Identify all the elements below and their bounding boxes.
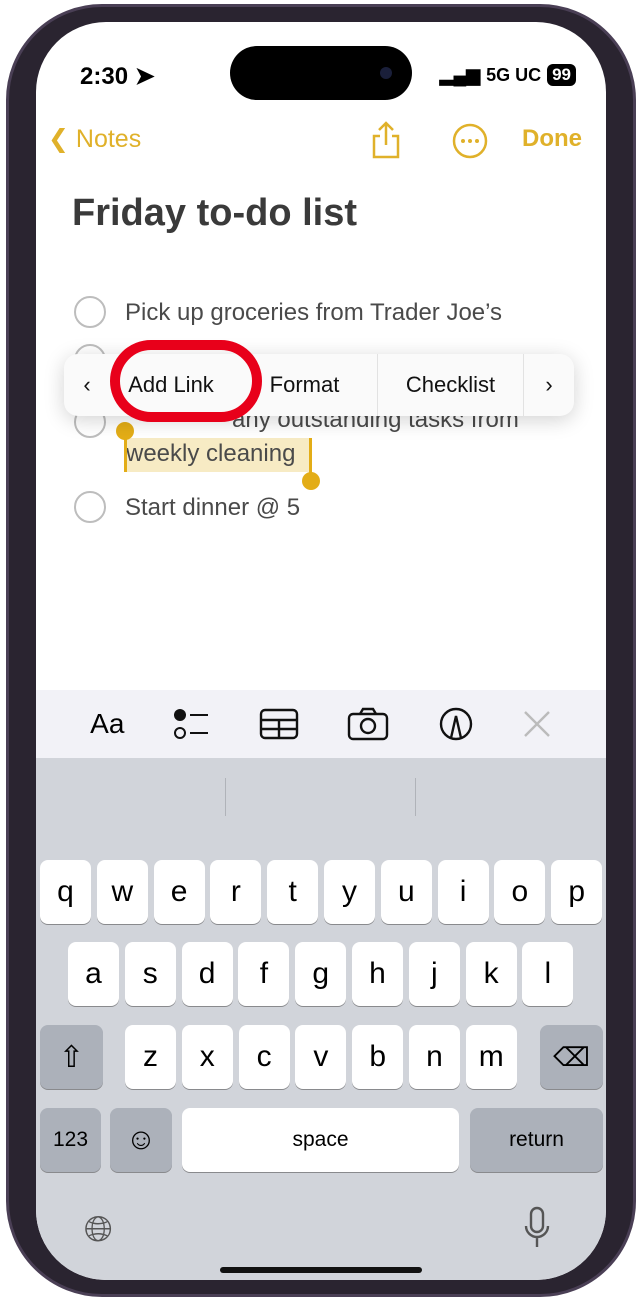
markup-icon[interactable] [438, 706, 474, 742]
keyboard: qwertyuiop asdfghjkl zxcvbnm ⇧ ⌫ 123 ☺ spa… [36, 758, 606, 1280]
selection-start-handle[interactable] [116, 422, 134, 440]
location-icon: ➤ [134, 63, 155, 90]
key-v[interactable]: v [295, 1025, 347, 1089]
signal-icon: ▂▄▆ [439, 64, 481, 85]
key-c[interactable]: c [238, 1025, 290, 1089]
note-title[interactable]: Friday to-do list [72, 192, 357, 235]
divider [415, 778, 416, 816]
key-p[interactable]: p [551, 860, 603, 924]
highlight-ring [110, 340, 262, 422]
menu-prev-button[interactable]: ‹ [64, 354, 110, 416]
key-j[interactable]: j [408, 942, 460, 1006]
share-icon[interactable] [370, 120, 402, 160]
menu-next-button[interactable]: › [524, 354, 574, 416]
delete-key[interactable]: ⌫ [540, 1025, 603, 1089]
key-h[interactable]: h [352, 942, 403, 1006]
battery-icon: 99 [547, 64, 576, 86]
chevron-left-icon: ‹ [83, 372, 91, 397]
shift-icon: ⇧ [58, 1040, 85, 1074]
more-icon[interactable] [452, 123, 488, 159]
selection-end-handle[interactable] [302, 472, 320, 490]
screen: 2:30 ➤ ▂▄▆ 5G UC 99 ❮ Notes Done Friday … [36, 22, 606, 1280]
key-g[interactable]: g [295, 942, 347, 1006]
key-k[interactable]: k [465, 942, 517, 1006]
emoji-icon: ☺ [125, 1123, 157, 1156]
done-button[interactable]: Done [522, 125, 582, 153]
format-text-button[interactable]: Aa [90, 708, 124, 740]
numbers-key[interactable]: 123 [40, 1108, 101, 1172]
backspace-icon: ⌫ [553, 1041, 590, 1072]
globe-icon[interactable]: 🌐︎ [84, 1208, 113, 1251]
back-button[interactable]: ❮ Notes [48, 124, 141, 154]
checkbox[interactable] [74, 491, 106, 523]
key-o[interactable]: o [494, 860, 546, 924]
key-s[interactable]: s [124, 942, 176, 1006]
key-y[interactable]: y [324, 860, 375, 924]
key-l[interactable]: l [522, 942, 574, 1006]
close-icon[interactable] [522, 709, 552, 739]
emoji-key[interactable]: ☺ [110, 1108, 172, 1172]
network-label: 5G UC [486, 64, 542, 85]
key-f[interactable]: f [238, 942, 290, 1006]
chevron-right-icon: › [545, 372, 553, 397]
checklist-item[interactable]: Pick up groceries from Trader Joe’s [125, 299, 502, 327]
key-a[interactable]: a [68, 942, 119, 1006]
selected-text[interactable]: weekly cleaning [126, 440, 295, 468]
checklist-icon[interactable] [173, 707, 211, 741]
key-d[interactable]: d [181, 942, 233, 1006]
formatting-toolbar: Aa [36, 690, 606, 758]
shift-key[interactable]: ⇧ [40, 1025, 103, 1089]
key-u[interactable]: u [380, 860, 432, 924]
return-key[interactable]: return [470, 1108, 603, 1172]
checklist-button[interactable]: Checklist [378, 354, 524, 416]
camera-icon [380, 67, 392, 79]
key-t[interactable]: t [267, 860, 319, 924]
key-z[interactable]: z [125, 1025, 176, 1089]
dynamic-island [230, 46, 412, 100]
key-b[interactable]: b [352, 1025, 404, 1089]
camera-icon[interactable] [347, 707, 389, 741]
key-w[interactable]: w [96, 860, 148, 924]
key-x[interactable]: x [181, 1025, 233, 1089]
home-indicator [220, 1267, 422, 1273]
table-icon[interactable] [259, 708, 299, 740]
key-e[interactable]: e [153, 860, 205, 924]
key-r[interactable]: r [210, 860, 262, 924]
status-indicators: ▂▄▆ 5G UC 99 [440, 64, 576, 86]
divider [225, 778, 226, 816]
space-key[interactable]: space [182, 1108, 459, 1172]
key-m[interactable]: m [465, 1025, 517, 1089]
checkbox[interactable] [74, 296, 106, 328]
chevron-left-icon: ❮ [48, 125, 69, 153]
key-q[interactable]: q [40, 860, 91, 924]
microphone-icon[interactable] [522, 1206, 552, 1250]
checklist-item[interactable]: Start dinner @ 5 [125, 494, 300, 522]
key-n[interactable]: n [409, 1025, 460, 1089]
key-i[interactable]: i [437, 860, 489, 924]
status-time: 2:30 ➤ [80, 63, 155, 90]
